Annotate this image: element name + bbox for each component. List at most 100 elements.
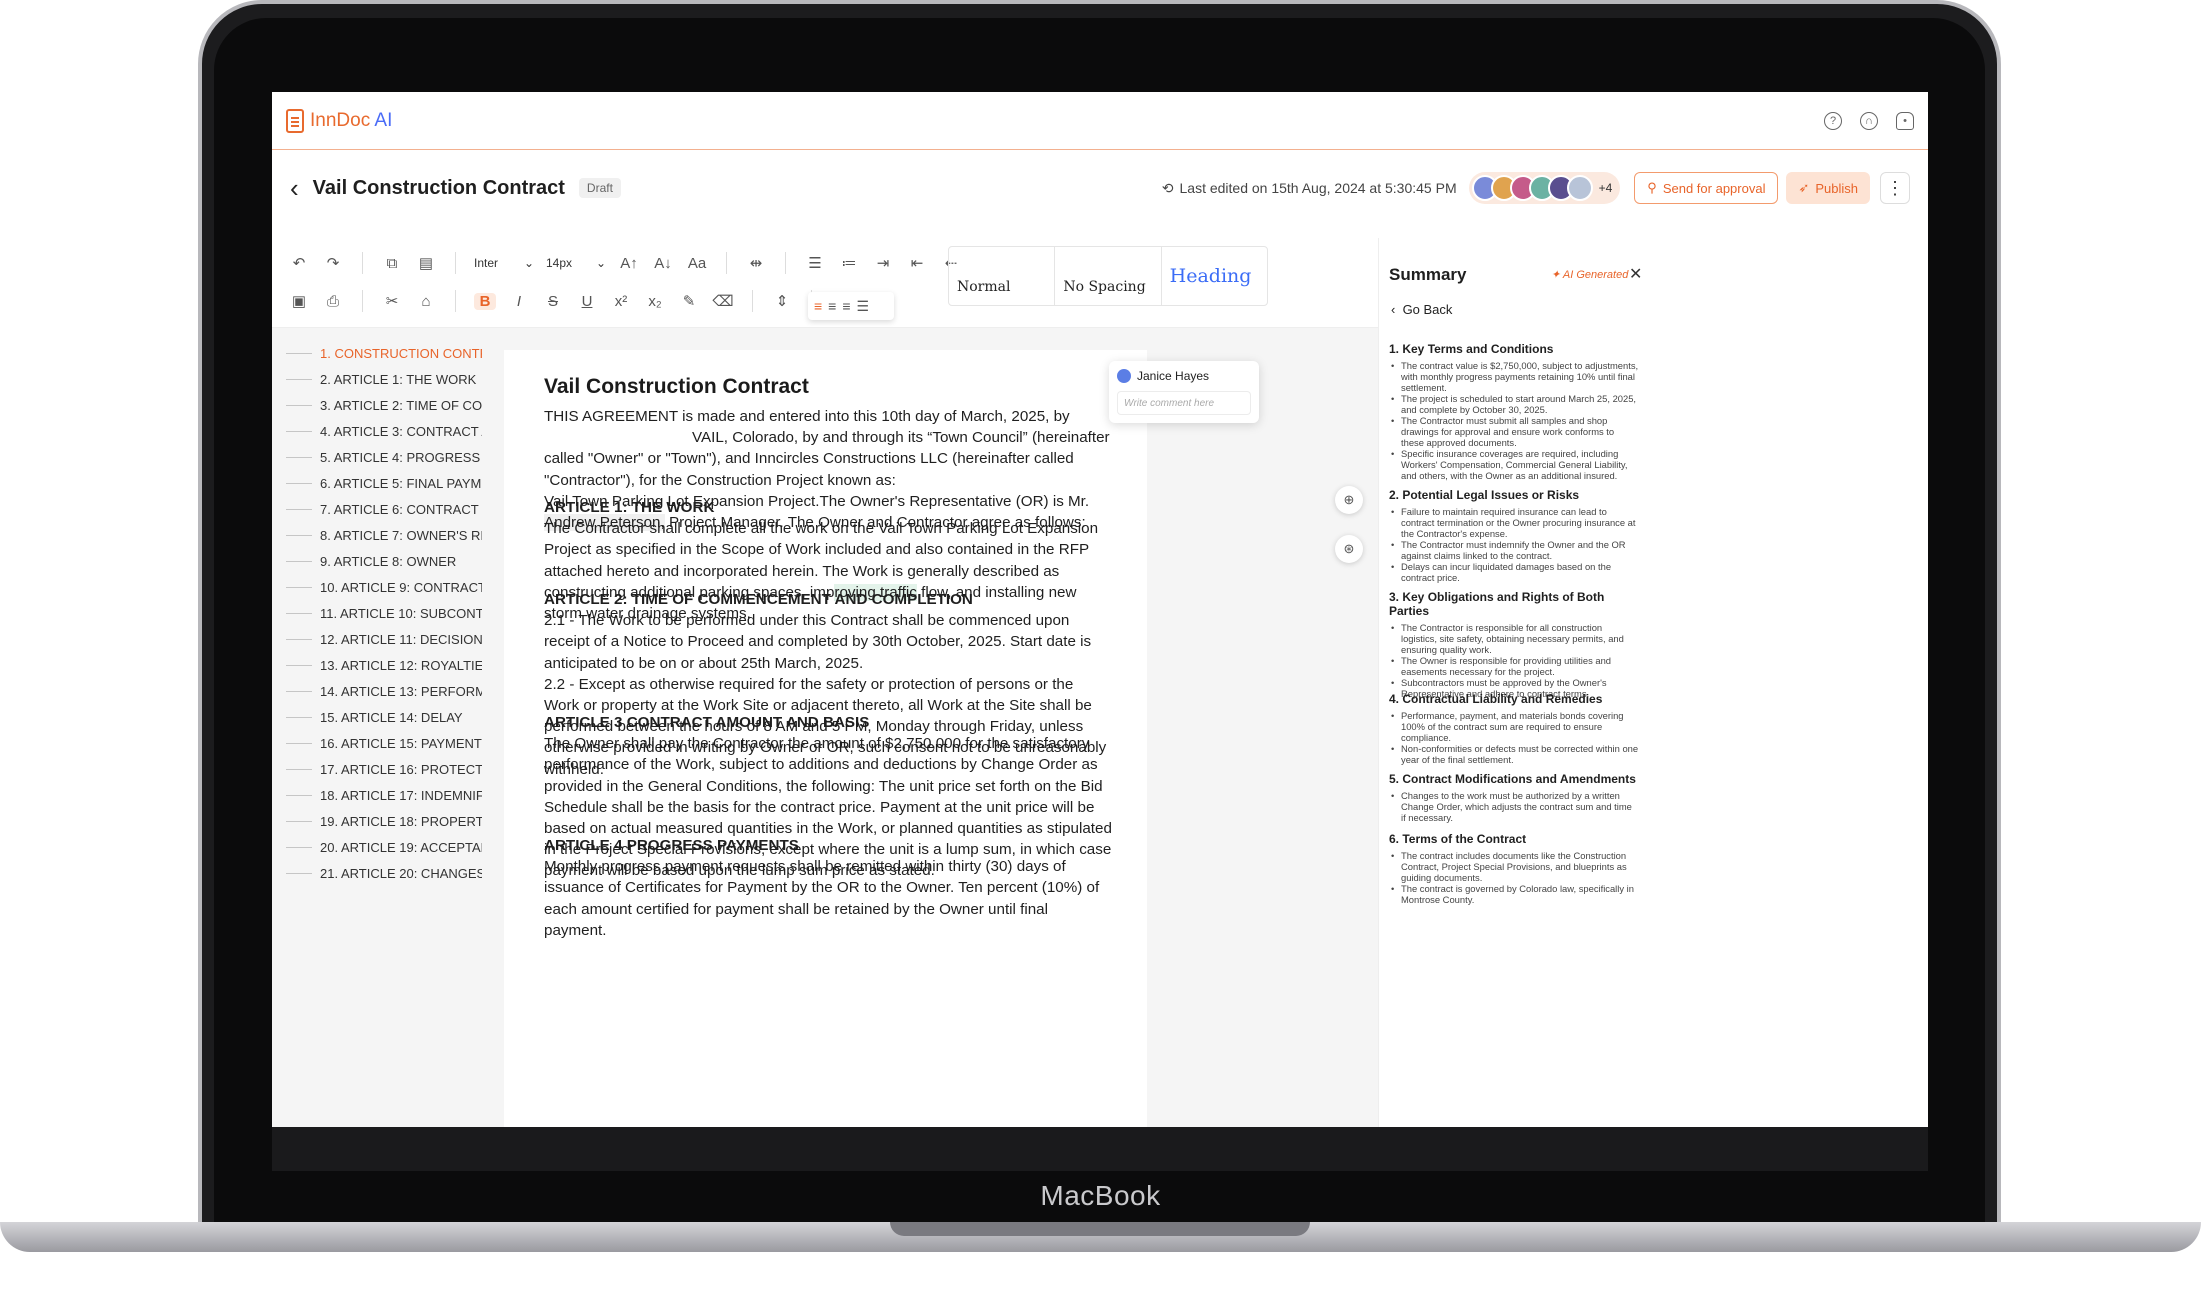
intro-text: VAIL, bbox=[692, 429, 729, 447]
history-icon: ⟲ bbox=[1161, 179, 1174, 196]
superscript-icon[interactable]: x² bbox=[610, 293, 632, 310]
help-icon[interactable]: ? bbox=[1824, 111, 1842, 130]
document-outline: 1. CONSTRUCTION CONTRACT 2. ARTICLE 1: T… bbox=[272, 328, 557, 1127]
style-normal[interactable]: Normal bbox=[949, 247, 1056, 305]
divider bbox=[455, 290, 456, 312]
comment-user: Janice Hayes bbox=[1117, 369, 1251, 383]
add-comment-icon[interactable]: ⊕ bbox=[1335, 486, 1363, 514]
summary-section-title: 3. Key Obligations and Rights of Both Pa… bbox=[1389, 590, 1605, 618]
go-back-button[interactable]: ‹ Go Back bbox=[1391, 302, 1452, 317]
headset-icon[interactable]: ∩ bbox=[1860, 111, 1878, 130]
outline-item[interactable]: 15. ARTICLE 14: DELAY bbox=[286, 710, 463, 725]
summary-section-title: 6. Terms of the Contract bbox=[1389, 832, 1527, 846]
summary-section-title: 1. Key Terms and Conditions bbox=[1389, 342, 1554, 356]
underline-icon[interactable]: U bbox=[576, 293, 598, 310]
app-logo[interactable]: InnDoc AI bbox=[286, 108, 392, 133]
article-4[interactable]: ARTICLE 4 PROGRESS PAYMENTS Monthly prog… bbox=[544, 835, 1112, 941]
app-screen: InnDoc AI ? ∩ • ‹ Vail Construction Cont… bbox=[272, 92, 1928, 1127]
text-case-icon[interactable]: Aa bbox=[686, 255, 708, 272]
outline-dash bbox=[286, 405, 312, 406]
indent-increase-icon[interactable]: ⇥ bbox=[872, 254, 894, 272]
summary-bullet: The project is scheduled to start around… bbox=[1389, 393, 1639, 415]
collaborator-avatars[interactable]: +4 bbox=[1468, 172, 1621, 204]
summary-section-title: 2. Potential Legal Issues or Risks bbox=[1389, 488, 1580, 502]
send-for-approval-button[interactable]: ⚲ Send for approval bbox=[1634, 172, 1779, 204]
summary-bullet: Failure to maintain required insurance c… bbox=[1389, 506, 1639, 539]
font-size-select[interactable]: 14px ⌄ bbox=[546, 256, 606, 270]
bullet-list-icon[interactable]: ☰ bbox=[804, 254, 826, 272]
divider bbox=[726, 252, 727, 274]
intro-text: Colorado, by and through its “Town Counc… bbox=[544, 429, 1110, 489]
divider bbox=[455, 252, 456, 274]
outline-dash bbox=[286, 821, 312, 822]
back-chevron-icon[interactable]: ‹ bbox=[290, 173, 299, 204]
article-title: ARTICLE 4 PROGRESS PAYMENTS bbox=[544, 837, 799, 854]
format-painter-icon[interactable]: ⌂ bbox=[415, 293, 437, 310]
publish-label: Publish bbox=[1815, 180, 1858, 196]
bold-icon[interactable]: B bbox=[474, 292, 496, 310]
document-icon bbox=[286, 108, 304, 133]
more-options-icon[interactable]: ⋮ bbox=[1880, 172, 1910, 204]
outline-item[interactable]: 2. ARTICLE 1: THE WORK bbox=[286, 372, 476, 387]
copy-icon[interactable]: ⧉ bbox=[381, 255, 403, 272]
outline-dash bbox=[286, 353, 312, 354]
summary-bullet: Changes to the work must be authorized b… bbox=[1389, 790, 1639, 823]
font-decrease-icon[interactable]: A↓ bbox=[652, 255, 674, 272]
numbered-list-icon[interactable]: ≔ bbox=[838, 254, 860, 272]
article-text: 2.1 - The Work to be performed under thi… bbox=[544, 612, 1092, 672]
align-right-icon[interactable]: ≡ bbox=[842, 298, 850, 314]
summary-bullet: The Contractor must submit all samples a… bbox=[1389, 415, 1639, 448]
more-collaborators-count: +4 bbox=[1598, 181, 1613, 195]
style-no-spacing[interactable]: No Spacing bbox=[1055, 247, 1162, 305]
outline-item[interactable]: 10. ARTICLE 9: CONTRACTOR bbox=[286, 580, 505, 595]
comment-input[interactable]: Write comment here bbox=[1117, 391, 1251, 415]
cut-icon[interactable]: ✂ bbox=[381, 292, 403, 310]
outline-item[interactable]: 1. CONSTRUCTION CONTRACT bbox=[286, 346, 515, 361]
redo-icon[interactable]: ↷ bbox=[322, 254, 344, 272]
summary-bullet: Performance, payment, and materials bond… bbox=[1389, 710, 1639, 743]
paste-icon[interactable]: ▤ bbox=[415, 254, 437, 272]
column-split-icon[interactable]: ⇹ bbox=[745, 254, 767, 272]
top-bar: InnDoc AI ? ∩ • bbox=[272, 92, 1928, 150]
outline-item[interactable]: 9. ARTICLE 8: OWNER bbox=[286, 554, 456, 569]
indent-decrease-icon[interactable]: ⇤ bbox=[906, 254, 928, 272]
bell-icon[interactable]: • bbox=[1896, 111, 1914, 130]
intro-text: THIS AGREEMENT is made and entered into … bbox=[544, 408, 1070, 425]
align-justify-icon[interactable]: ☰ bbox=[857, 298, 870, 315]
close-icon[interactable]: ✕ bbox=[1629, 264, 1642, 284]
divider bbox=[752, 290, 753, 312]
avatar bbox=[1566, 175, 1593, 201]
comment-user-name: Janice Hayes bbox=[1137, 369, 1210, 383]
eraser-icon[interactable]: ⌫ bbox=[712, 292, 734, 310]
font-increase-icon[interactable]: A↑ bbox=[618, 255, 640, 272]
line-spacing-icon[interactable]: ⇕ bbox=[771, 292, 793, 310]
undo-icon[interactable]: ↶ bbox=[288, 254, 310, 272]
font-family-select[interactable]: Inter ⌄ bbox=[474, 256, 534, 270]
publish-button[interactable]: ➶ Publish bbox=[1786, 172, 1870, 204]
outline-dash bbox=[286, 561, 312, 562]
summary-section: 3. Key Obligations and Rights of Both Pa… bbox=[1389, 590, 1639, 699]
subscript-icon[interactable]: x₂ bbox=[644, 293, 666, 310]
save-icon[interactable]: ▣ bbox=[288, 292, 310, 310]
strikethrough-icon[interactable]: S bbox=[542, 293, 564, 310]
outline-label: 10. ARTICLE 9: CONTRACTOR bbox=[320, 580, 506, 595]
outline-label: 2. ARTICLE 1: THE WORK bbox=[320, 372, 477, 387]
outline-dash bbox=[286, 431, 312, 432]
editor-toolbar: ↶ ↷ ⧉ ▤ Inter ⌄ 14px ⌄ A↑ A↓ Aa ⇹ ☰ ≔ ⇥ ⇤ … bbox=[272, 238, 1552, 328]
avatar bbox=[1117, 369, 1131, 383]
font-family-value: Inter bbox=[474, 256, 499, 270]
toolbar-row-2: ▣ ⎙ ✂ ⌂ B I S U x² x₂ ✎ ⌫ ⇕ ≡ bbox=[288, 290, 852, 312]
rocket-icon: ➶ bbox=[1798, 180, 1810, 195]
outline-item[interactable]: 16. ARTICLE 15: PAYMENTS bbox=[286, 736, 491, 751]
italic-icon[interactable]: I bbox=[508, 293, 530, 310]
style-heading[interactable]: Heading bbox=[1162, 247, 1267, 305]
outline-dash bbox=[286, 509, 312, 510]
divider bbox=[362, 252, 363, 274]
outline-dash bbox=[286, 873, 312, 874]
print-icon[interactable]: ⎙ bbox=[322, 293, 344, 310]
article-text: Monthly progress payment requests shall … bbox=[544, 858, 1100, 939]
align-center-icon[interactable]: ≡ bbox=[828, 298, 836, 314]
align-left-icon[interactable]: ≡ bbox=[814, 298, 822, 314]
comment-thread-icon[interactable]: ⊛ bbox=[1335, 535, 1363, 563]
highlight-icon[interactable]: ✎ bbox=[678, 292, 700, 310]
